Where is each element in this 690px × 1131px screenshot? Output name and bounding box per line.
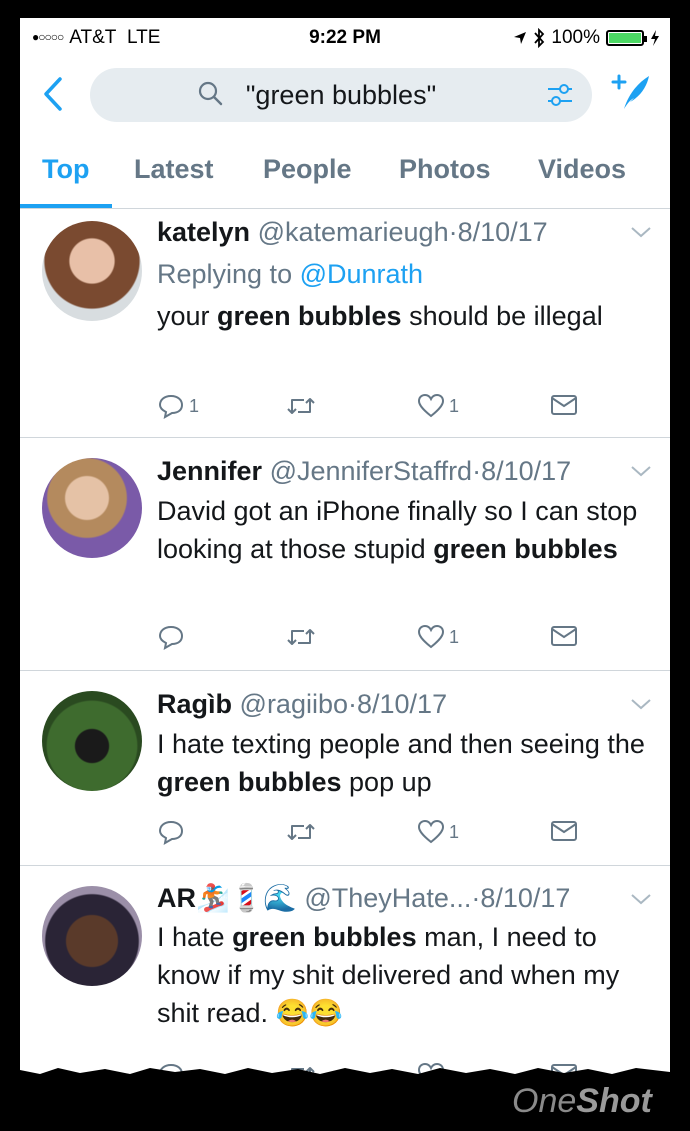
search-field[interactable]: "green bubbles" (90, 68, 592, 122)
user-handle[interactable]: @katemarieugh (258, 217, 449, 247)
tab-top[interactable]: Top (42, 154, 89, 185)
avatar[interactable] (42, 458, 142, 558)
tweet[interactable]: katelyn @katemarieugh·8/10/17 Replying t… (20, 209, 670, 438)
user-name[interactable]: Jennifer (157, 456, 262, 486)
dm-button[interactable] (550, 393, 578, 417)
tweet-actions: 1 (157, 819, 627, 849)
battery-percent: 100% (551, 27, 600, 48)
reply-icon (158, 625, 184, 650)
replying-to: Replying to @Dunrath (157, 259, 423, 290)
compose-tweet-icon[interactable] (610, 72, 652, 112)
user-handle[interactable]: @JenniferStaffrd (270, 456, 473, 486)
tweet-text: I hate green bubbles man, I need to know… (157, 922, 620, 1028)
tweet-actions: 1 (157, 624, 627, 654)
back-icon[interactable] (42, 76, 64, 112)
reply-button[interactable] (157, 624, 189, 650)
retweet-button[interactable] (285, 624, 317, 650)
tweet-text: your green bubbles should be illegal (157, 301, 603, 331)
heart-icon (417, 819, 445, 844)
like-count: 1 (449, 395, 460, 416)
tweet-text: David got an iPhone finally so I can sto… (157, 496, 638, 564)
retweet-button[interactable] (285, 819, 317, 845)
user-handle[interactable]: @TheyHate... (304, 883, 471, 913)
status-bar: ●○○○○ AT&T LTE 9:22 PM 100% (20, 18, 670, 58)
chevron-down-icon[interactable] (630, 225, 652, 239)
reply-icon (158, 820, 184, 845)
envelope-icon (551, 626, 577, 646)
tab-videos[interactable]: Videos (538, 154, 626, 185)
tweet-header: Ragìb @ragiibo·8/10/17 (157, 689, 448, 719)
chevron-down-icon[interactable] (630, 892, 652, 906)
avatar[interactable] (42, 886, 142, 986)
tweet[interactable]: Ragìb @ragiibo·8/10/17 I hate texting pe… (20, 671, 670, 866)
dm-button[interactable] (550, 819, 578, 843)
like-count: 1 (449, 821, 460, 842)
like-count: 1 (449, 626, 460, 647)
like-button[interactable]: 1 (417, 393, 459, 419)
dm-button[interactable] (550, 624, 578, 648)
avatar[interactable] (42, 691, 142, 791)
chevron-down-icon[interactable] (630, 464, 652, 478)
tweet-date: 8/10/17 (480, 883, 571, 913)
filter-icon[interactable] (546, 82, 574, 108)
envelope-icon (551, 821, 577, 841)
battery-icon (606, 30, 647, 46)
reply-button[interactable] (157, 819, 189, 845)
tweet-header: Jennifer @JenniferStaffrd·8/10/17 (157, 456, 572, 486)
charging-icon (651, 30, 659, 46)
tweet[interactable]: Jennifer @JenniferStaffrd·8/10/17 David … (20, 438, 670, 671)
tab-photos[interactable]: Photos (399, 154, 491, 185)
replying-label: Replying to (157, 259, 293, 289)
tweet-date: 8/10/17 (481, 456, 572, 486)
search-query: "green bubbles" (245, 80, 437, 110)
tab-people[interactable]: People (263, 154, 352, 185)
user-handle[interactable]: @ragiibo (240, 689, 348, 719)
tweet-header: katelyn @katemarieugh·8/10/17 (157, 217, 548, 247)
user-name[interactable]: Ragìb (157, 689, 232, 719)
location-arrow-icon (514, 32, 527, 44)
tweet-text: I hate texting people and then seeing th… (157, 729, 645, 797)
reply-button[interactable]: 1 (157, 393, 199, 419)
torn-edge (20, 1068, 670, 1078)
search-tabs: Top Latest People Photos Videos (20, 140, 670, 209)
user-name[interactable]: katelyn (157, 217, 250, 247)
tweet-actions: 1 1 (157, 393, 627, 423)
watermark: OneShot (512, 1082, 652, 1120)
avatar[interactable] (42, 221, 142, 321)
tab-latest[interactable]: Latest (134, 154, 214, 185)
tweet[interactable]: AR🏂💈🌊 @TheyHate...·8/10/17 I hate green … (20, 866, 670, 1078)
active-tab-indicator (20, 204, 112, 208)
heart-icon (417, 624, 445, 649)
tweet-date: 8/10/17 (357, 689, 448, 719)
reply-count: 1 (189, 395, 200, 416)
search-header: "green bubbles" (20, 64, 670, 130)
phone-screen: ●○○○○ AT&T LTE 9:22 PM 100% "green bubble… (20, 18, 670, 1078)
replying-to-link[interactable]: @Dunrath (300, 259, 423, 289)
bluetooth-icon (534, 28, 545, 48)
like-button[interactable]: 1 (417, 819, 459, 845)
retweet-icon (287, 398, 315, 414)
user-name[interactable]: AR🏂💈🌊 (157, 883, 297, 913)
reply-icon (158, 394, 184, 419)
tweet-date: 8/10/17 (457, 217, 548, 247)
retweet-button[interactable] (285, 393, 317, 419)
tweet-header: AR🏂💈🌊 @TheyHate...·8/10/17 (157, 883, 571, 913)
status-right: 100% (513, 27, 660, 49)
retweet-icon (287, 824, 315, 840)
envelope-icon (551, 395, 577, 415)
heart-icon (417, 393, 445, 418)
retweet-icon (287, 629, 315, 645)
like-button[interactable]: 1 (417, 624, 459, 650)
chevron-down-icon[interactable] (630, 697, 652, 711)
